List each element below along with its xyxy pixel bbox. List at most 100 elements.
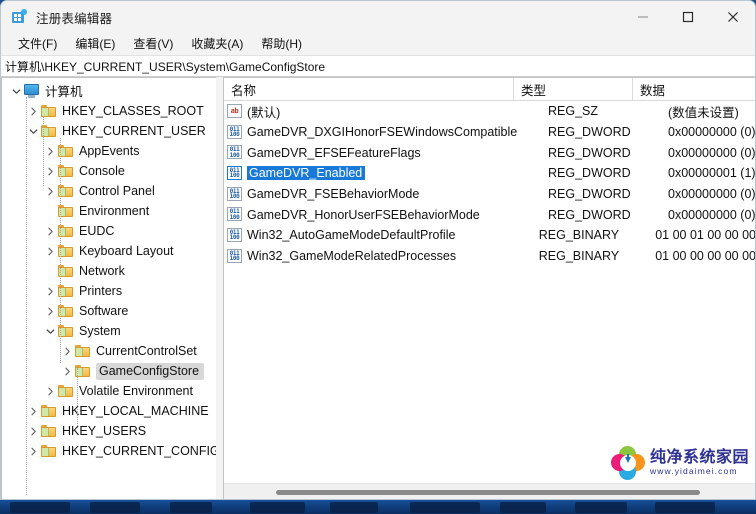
tree-item-label: EUDC <box>79 223 115 238</box>
menu-edit[interactable]: 编辑(E) <box>66 33 124 55</box>
tree-expander-spacer <box>42 261 58 281</box>
menu-help[interactable]: 帮助(H) <box>252 33 311 55</box>
table-row[interactable]: 011 100 Win32_AutoGameModeDefaultProfile RE… <box>224 225 755 246</box>
tree-item-console[interactable]: Console <box>2 161 216 181</box>
content-panes: 计算机 HKEY_CLASSES_ROOT HKEY_CURRENT_USER App… <box>1 77 756 499</box>
watermark-title: 纯净系统家园 <box>650 449 750 466</box>
column-header-data[interactable]: 数据 <box>633 78 755 100</box>
binary-value-icon: 011 100 <box>227 145 243 160</box>
tree-item-printers[interactable]: Printers <box>2 281 216 301</box>
table-row[interactable]: ab (默认) REG_SZ (数值未设置) <box>224 101 755 122</box>
chevron-down-icon[interactable] <box>8 81 24 101</box>
binary-value-icon: 011 100 <box>227 207 243 222</box>
tree-item-control-panel[interactable]: Control Panel <box>2 181 216 201</box>
registry-values-list[interactable]: ab (默认) REG_SZ (数值未设置) 011 100 GameDVR_DXGIHon… <box>224 101 756 267</box>
value-name: GameDVR_FSEBehaviorMode <box>247 187 420 202</box>
folder-icon <box>41 443 57 459</box>
column-header-type[interactable]: 类型 <box>514 78 633 100</box>
maximize-button[interactable] <box>665 1 710 33</box>
value-data: (数值未设置) <box>668 105 739 120</box>
window-controls <box>620 1 755 33</box>
tree-item-label: Environment <box>79 203 150 218</box>
value-type: REG_BINARY <box>538 249 620 264</box>
horizontal-scrollbar[interactable] <box>224 483 755 499</box>
value-name: GameDVR_EFSEFeatureFlags <box>247 145 421 160</box>
chevron-down-icon[interactable] <box>42 321 58 341</box>
tree-item-label: HKEY_USERS <box>62 423 147 438</box>
tree-item-software[interactable]: Software <box>2 301 216 321</box>
chevron-right-icon[interactable] <box>42 381 58 401</box>
table-row[interactable]: 011 100 GameDVR_HonorUserFSEBehaviorMode RE… <box>224 204 755 225</box>
string-value-icon: ab <box>227 103 243 119</box>
tree-item-hkey-current-config[interactable]: HKEY_CURRENT_CONFIG <box>2 441 216 461</box>
value-data: 01 00 00 00 00 00 <box>655 249 756 264</box>
tree-item-eudc[interactable]: EUDC <box>2 221 216 241</box>
value-type: REG_DWORD <box>548 207 631 222</box>
menu-file[interactable]: 文件(F) <box>9 33 66 55</box>
value-name: Win32_GameModeRelatedProcesses <box>247 249 457 264</box>
menu-view[interactable]: 查看(V) <box>124 33 182 55</box>
registry-tree[interactable]: 计算机 HKEY_CLASSES_ROOT HKEY_CURRENT_USER App… <box>2 78 216 499</box>
close-button[interactable] <box>710 1 755 33</box>
chevron-right-icon[interactable] <box>59 361 75 381</box>
chevron-right-icon[interactable] <box>42 221 58 241</box>
menu-favorites[interactable]: 收藏夹(A) <box>182 33 252 55</box>
minimize-button[interactable] <box>620 1 665 33</box>
binary-value-icon: 011 100 <box>227 165 243 181</box>
tree-guide-line <box>43 116 45 186</box>
table-row[interactable]: 011 100 GameDVR_EFSEFeatureFlags REG_DWORD 0… <box>224 142 755 163</box>
window-title: 注册表编辑器 <box>36 11 113 26</box>
address-path: 计算机\HKEY_CURRENT_USER\System\GameConfigS… <box>5 59 326 74</box>
tree-item-label: Software <box>79 303 129 318</box>
tree-item-label: 计算机 <box>45 85 83 99</box>
table-row[interactable]: 011 100 GameDVR_DXGIHonorFSEWindowsCompati… <box>224 122 756 143</box>
value-type: REG_DWORD <box>548 145 631 160</box>
tree-item-label: Console <box>79 163 125 178</box>
registry-values-pane: 名称 类型 数据 ab (默认) REG_SZ (数值未设置) 011 100 GameDV… <box>223 77 756 499</box>
tree-item-gameconfigstore[interactable]: GameConfigStore <box>2 361 216 381</box>
tree-item-label: CurrentControlSet <box>96 343 197 358</box>
tree-item-hkey-current-user[interactable]: HKEY_CURRENT_USER <box>2 121 216 141</box>
tree-item-keyboard-layout[interactable]: Keyboard Layout <box>2 241 216 261</box>
folder-icon <box>58 383 74 399</box>
binary-value-icon: 011 100 <box>227 248 243 264</box>
tree-item-volatile-environment[interactable]: Volatile Environment <box>2 381 216 401</box>
binary-value-icon: 011 100 <box>227 124 243 140</box>
tree-item-hkey-local-machine[interactable]: HKEY_LOCAL_MACHINE <box>2 401 216 421</box>
tree-item-label: HKEY_LOCAL_MACHINE <box>62 403 209 418</box>
tree-item-currentcontrolset[interactable]: CurrentControlSet <box>2 341 216 361</box>
tree-item-hkey-classes-root[interactable]: HKEY_CLASSES_ROOT <box>2 101 216 121</box>
taskbar-strip <box>0 500 756 514</box>
folder-icon <box>41 403 57 419</box>
value-name: Win32_AutoGameModeDefaultProfile <box>247 228 456 243</box>
list-column-headers: 名称 类型 数据 <box>224 78 755 101</box>
registry-icon <box>11 9 27 25</box>
tree-item-hkey-users[interactable]: HKEY_USERS <box>2 421 216 441</box>
tree-item-appevents[interactable]: AppEvents <box>2 141 216 161</box>
tree-item-network[interactable]: Network <box>2 261 216 281</box>
table-row[interactable]: 011 100 Win32_GameModeRelatedProcesses REG_… <box>224 246 756 267</box>
tree-guide-line <box>77 368 79 428</box>
scrollbar-thumb[interactable] <box>276 490 700 495</box>
value-data: 0x00000000 (0) <box>668 125 756 140</box>
watermark-url: www.yidaimei.com <box>650 466 738 476</box>
table-row[interactable]: 011 100 GameDVR_Enabled REG_DWORD 0x00000001… <box>224 163 755 184</box>
tree-item-environment[interactable]: Environment <box>2 201 216 221</box>
pane-splitter[interactable] <box>216 77 223 499</box>
table-row[interactable]: 011 100 GameDVR_FSEBehaviorMode REG_DWORD 0x… <box>224 184 755 205</box>
chevron-right-icon[interactable] <box>42 301 58 321</box>
tree-item-label: System <box>79 323 121 338</box>
folder-icon <box>75 343 91 359</box>
address-bar[interactable]: 计算机\HKEY_CURRENT_USER\System\GameConfigS… <box>1 55 755 77</box>
chevron-right-icon[interactable] <box>42 281 58 301</box>
tree-item-[interactable]: 计算机 <box>2 81 216 101</box>
tree-item-label: Control Panel <box>79 183 155 198</box>
tree-item-label: Keyboard Layout <box>79 243 174 258</box>
tree-item-label: Volatile Environment <box>79 383 193 398</box>
folder-icon <box>41 423 57 439</box>
column-header-name[interactable]: 名称 <box>224 78 514 100</box>
chevron-right-icon[interactable] <box>42 241 58 261</box>
tree-item-label: Network <box>79 263 125 278</box>
tree-item-system[interactable]: System <box>2 321 216 341</box>
tree-item-label: Printers <box>79 283 123 298</box>
